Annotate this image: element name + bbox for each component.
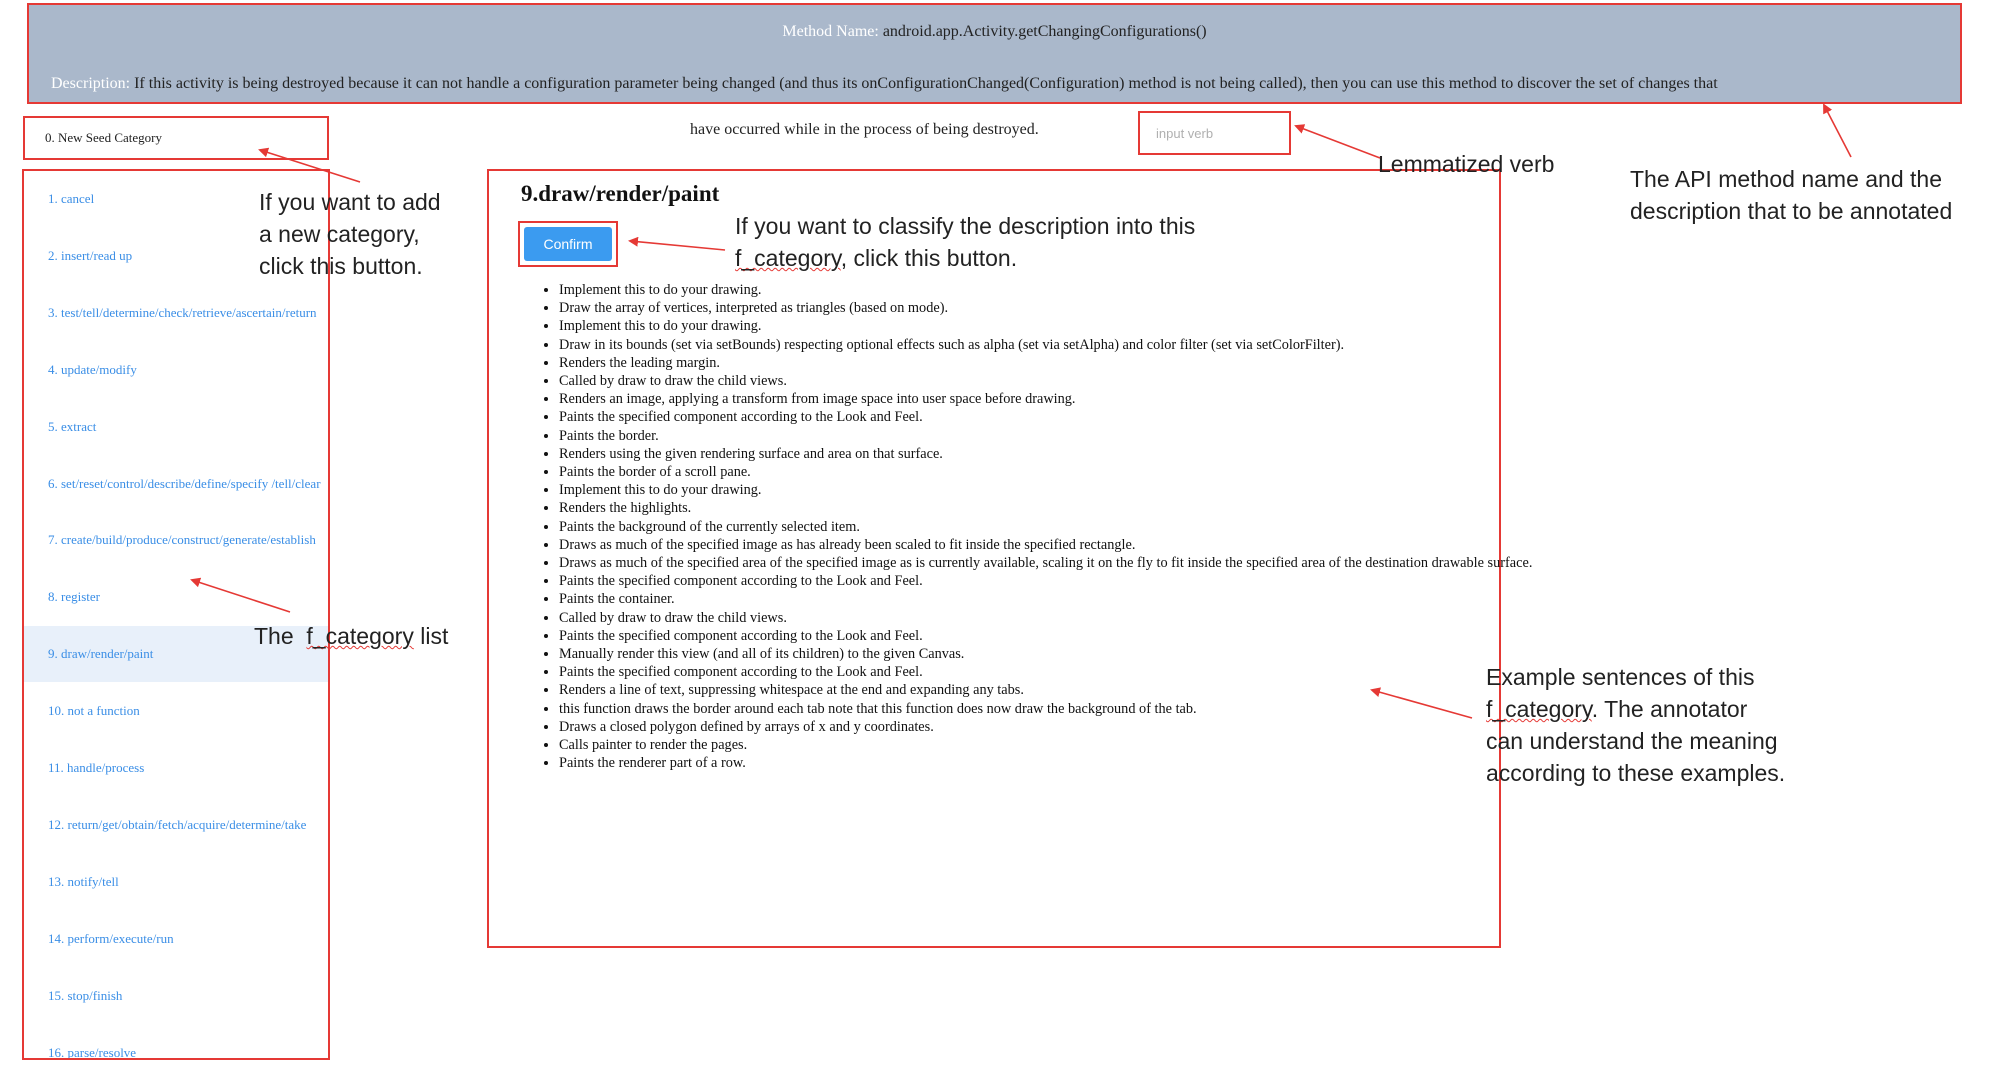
description-continuation: have occurred while in the process of be… [690, 121, 1039, 138]
description-value: If this activity is being destroyed beca… [134, 75, 1718, 92]
note-text: , click this button. [840, 245, 1018, 271]
category-item[interactable]: 12. return/get/obtain/fetch/acquire/dete… [24, 797, 328, 853]
api-note: The API method name and the description … [1630, 163, 1952, 227]
arrow-api [1823, 103, 1852, 158]
example-sentence-list: Implement this to do your drawing.Draw t… [519, 281, 1532, 772]
note-line: If you want to classify the description … [735, 213, 1196, 239]
example-sentence: Implement this to do your drawing. [559, 481, 1532, 499]
example-sentence: this function draws the border around ea… [559, 700, 1532, 718]
example-sentence: Paints the renderer part of a row. [559, 754, 1532, 772]
category-item[interactable]: 5. extract [24, 399, 328, 455]
note-text: . The annotator [1591, 696, 1748, 722]
example-sentence: Renders a line of text, suppressing whit… [559, 681, 1532, 699]
new-category-note: If you want to add a new category, click… [259, 186, 441, 282]
example-sentence: Paints the specified component according… [559, 663, 1532, 681]
note-line: a new category, [259, 221, 420, 247]
note-line: according to these examples. [1486, 760, 1786, 786]
f-category-term: f_category [735, 245, 841, 271]
example-sentence: Paints the container. [559, 590, 1532, 608]
examples-note: Example sentences of this f_category. Th… [1486, 661, 1785, 789]
category-item[interactable]: 11. handle/process [24, 740, 328, 796]
category-item[interactable]: 10. not a function [24, 683, 328, 739]
description-key: Description: [51, 75, 131, 92]
method-name-key: Method Name: [782, 23, 879, 40]
description-row: Description: If this activity is being d… [51, 75, 1961, 93]
category-item[interactable]: 4. update/modify [24, 342, 328, 398]
example-sentence: Manually render this view (and all of it… [559, 645, 1532, 663]
confirm-highlight: Confirm [518, 221, 618, 267]
example-sentence: Paints the border. [559, 427, 1532, 445]
example-sentence: Paints the background of the currently s… [559, 518, 1532, 536]
category-list-note: The f_category list [254, 620, 448, 652]
note-line: f_category. The annotator [1486, 693, 1785, 725]
example-sentence: Renders the leading margin. [559, 354, 1532, 372]
method-header: Method Name: android.app.Activity.getCha… [27, 3, 1962, 104]
example-sentence: Paints the specified component according… [559, 627, 1532, 645]
category-title: 9.draw/render/paint [521, 181, 720, 206]
category-item[interactable]: 8. register [24, 569, 328, 625]
verb-input[interactable] [1138, 111, 1291, 155]
lemmatized-verb-note: Lemmatized verb [1378, 151, 1555, 177]
confirm-button[interactable]: Confirm [524, 227, 612, 261]
note-line: Example sentences of this [1486, 664, 1755, 690]
example-sentence: Draws a closed polygon defined by arrays… [559, 718, 1532, 736]
example-sentence: Draw in its bounds (set via setBounds) r… [559, 336, 1532, 354]
note-line: click this button. [259, 253, 423, 279]
example-sentence: Draw the array of vertices, interpreted … [559, 299, 1532, 317]
new-seed-category-button[interactable]: 0. New Seed Category [23, 116, 329, 160]
example-sentence: Implement this to do your drawing. [559, 317, 1532, 335]
category-item[interactable]: 13. notify/tell [24, 854, 328, 910]
note-line: f_category, click this button. [735, 242, 1195, 274]
example-sentence: Renders the highlights. [559, 499, 1532, 517]
note-line: description that to be annotated [1630, 198, 1953, 224]
example-sentence: Called by draw to draw the child views. [559, 609, 1532, 627]
note-text: list [413, 623, 449, 649]
example-sentence: Renders an image, applying a transform f… [559, 390, 1532, 408]
example-sentence: Draws as much of the specified image as … [559, 536, 1532, 554]
category-item[interactable]: 16. parse/resolve [24, 1025, 328, 1059]
note-line: The API method name and the [1630, 166, 1942, 192]
example-sentence: Paints the border of a scroll pane. [559, 463, 1532, 481]
category-item[interactable]: 15. stop/finish [24, 968, 328, 1024]
example-sentence: Called by draw to draw the child views. [559, 372, 1532, 390]
note-line: can understand the meaning [1486, 728, 1778, 754]
note-line: If you want to add [259, 189, 441, 215]
f-category-term: f_category [306, 623, 414, 649]
category-item[interactable]: 14. perform/execute/run [24, 911, 328, 967]
f-category-term: f_category [1486, 696, 1592, 722]
example-sentence: Renders using the given rendering surfac… [559, 445, 1532, 463]
example-sentence: Draws as much of the specified area of t… [559, 554, 1532, 572]
note-text: The [254, 623, 307, 649]
confirm-note: If you want to classify the description … [735, 210, 1195, 274]
example-sentence: Paints the specified component according… [559, 408, 1532, 426]
example-sentence: Calls painter to render the pages. [559, 736, 1532, 754]
category-detail-panel: 9.draw/render/paint Confirm Implement th… [487, 169, 1532, 948]
category-item[interactable]: 6. set/reset/control/describe/define/spe… [24, 456, 328, 512]
example-sentence: Paints the specified component according… [559, 572, 1532, 590]
category-item[interactable]: 3. test/tell/determine/check/retrieve/as… [24, 285, 328, 341]
method-name-row: Method Name: android.app.Activity.getCha… [29, 23, 1960, 41]
arrow-lemmatized-verb [1294, 124, 1381, 159]
category-list: 1. cancel 2. insert/read up 3. test/tell/d… [22, 169, 330, 1060]
example-sentence: Implement this to do your drawing. [559, 281, 1532, 299]
method-name-value: android.app.Activity.getChangingConfigur… [882, 23, 1207, 40]
category-item[interactable]: 7. create/build/produce/construct/genera… [24, 512, 328, 568]
